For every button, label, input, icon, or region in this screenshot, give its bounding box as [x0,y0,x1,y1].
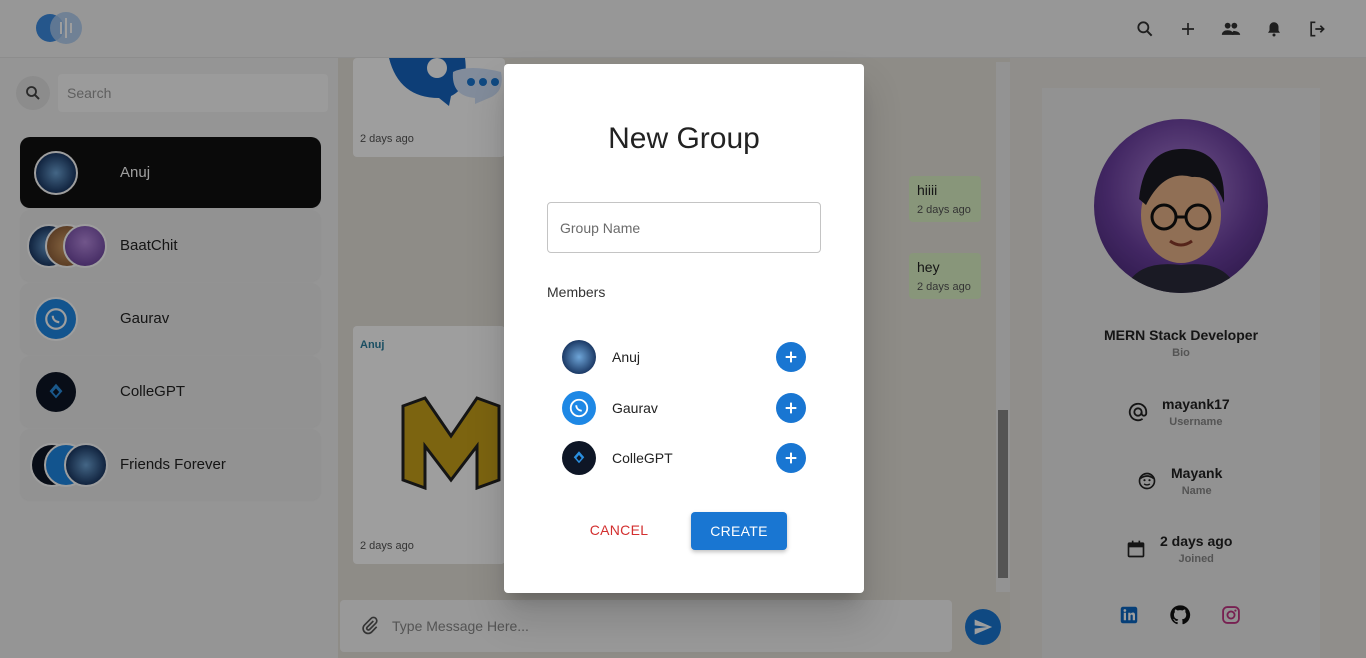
new-group-dialog: New Group Members Anuj Gaurav ColleGPT C… [504,64,864,593]
plus-icon [785,402,797,414]
add-member-button[interactable] [776,342,806,372]
member-item-collegpt: ColleGPT [562,440,806,476]
create-button[interactable]: CREATE [691,512,787,550]
avatar [562,441,596,475]
member-name: Gaurav [612,400,658,416]
group-name-input[interactable] [547,202,821,253]
add-member-button[interactable] [776,393,806,423]
member-item-gaurav: Gaurav [562,390,806,426]
plus-icon [785,452,797,464]
member-name: Anuj [612,349,641,365]
member-name: ColleGPT [612,450,673,466]
plus-icon [785,351,797,363]
member-item-anuj: Anuj [562,339,806,375]
dialog-title: New Group [608,122,760,155]
avatar [562,391,596,425]
cancel-button[interactable]: CANCEL [576,512,662,548]
add-member-button[interactable] [776,443,806,473]
avatar [562,340,596,374]
members-label: Members [547,284,606,300]
